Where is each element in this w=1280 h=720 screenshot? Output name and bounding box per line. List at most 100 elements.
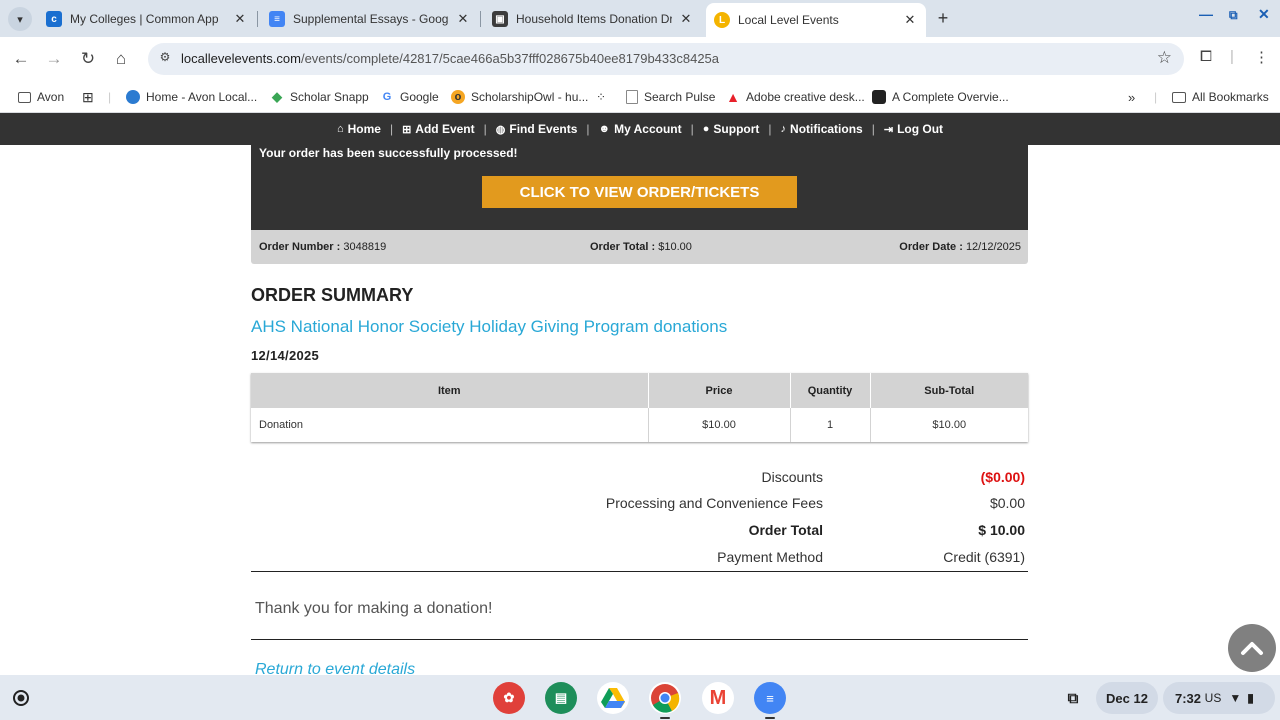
google-docs-icon: ≡ xyxy=(269,11,285,27)
plus-square-icon: ⊞ xyxy=(402,123,412,136)
tab-common-app[interactable]: c My Colleges | Common App ✕ xyxy=(38,4,256,34)
owl-icon: o xyxy=(451,90,465,104)
bookmark-google[interactable]: G Google xyxy=(380,87,439,107)
forward-icon[interactable]: → xyxy=(43,48,65,70)
system-shelf: ✿ ▤ M ≡ ⧉ Dec 12 7:32 US ▼ ▮ xyxy=(0,675,1280,720)
nav-find-events[interactable]: ◍ Find Events xyxy=(496,122,578,136)
close-icon[interactable]: ✕ xyxy=(902,12,918,28)
nav-label: Log Out xyxy=(897,122,944,136)
order-items-table: Item Price Quantity Sub-Total Donation $… xyxy=(251,373,1028,442)
close-icon[interactable]: ✕ xyxy=(232,11,248,27)
bookmark-label: All Bookmarks xyxy=(1192,90,1269,104)
chrome-icon[interactable] xyxy=(649,682,681,719)
all-bookmarks-button[interactable]: All Bookmarks xyxy=(1172,87,1269,107)
apps-grid-icon[interactable]: ⊞ xyxy=(82,87,94,107)
bookmark-dots[interactable]: ⁘ xyxy=(596,87,606,107)
bookmark-avon[interactable]: Avon xyxy=(18,87,64,107)
nav-log-out[interactable]: ⇥ Log Out xyxy=(884,122,943,136)
nav-home[interactable]: ⌂ Home xyxy=(337,122,381,136)
return-to-event-link[interactable]: Return to event details xyxy=(255,661,415,675)
site-settings-icon[interactable]: ⚙ xyxy=(156,50,174,64)
reload-icon[interactable]: ↻ xyxy=(77,48,99,70)
nav-notifications[interactable]: ♪ Notifications xyxy=(781,122,863,136)
table-row: Donation $10.00 1 $10.00 xyxy=(251,408,1028,442)
fees-label: Processing and Convenience Fees xyxy=(605,495,823,511)
classroom-icon[interactable]: ▤ xyxy=(545,682,577,714)
extensions-icon[interactable]: ⧠ xyxy=(1200,48,1212,65)
document-icon xyxy=(626,90,638,104)
screen-capture-icon[interactable]: ⧉ xyxy=(1058,682,1088,714)
bookmark-search-pulse[interactable]: Search Pulse xyxy=(626,87,715,107)
payment-method-value: Credit (6391) xyxy=(943,549,1025,565)
wifi-icon: ▼ xyxy=(1229,691,1242,705)
address-bar[interactable]: ⚙ locallevelevents.com/events/complete/4… xyxy=(148,43,1184,75)
event-date: 12/14/2025 xyxy=(251,348,320,363)
tab-household-items[interactable]: ▣ Household Items Donation Driv ✕ xyxy=(484,4,702,34)
launcher-icon[interactable] xyxy=(8,685,34,711)
adobe-icon: ▲ xyxy=(726,89,740,105)
back-icon[interactable]: ← xyxy=(10,48,32,70)
close-icon[interactable]: ✕ xyxy=(455,11,471,27)
bookmark-star-icon[interactable]: ☆ xyxy=(1157,48,1172,68)
order-info-bar: Order Number : 3048819 Order Total : $10… xyxy=(251,230,1028,264)
success-panel: Your order has been successfully process… xyxy=(251,145,1028,230)
cell-subtotal: $10.00 xyxy=(932,419,967,431)
minimize-icon[interactable]: — xyxy=(1199,6,1213,22)
nav-divider: | xyxy=(768,122,772,136)
close-window-icon[interactable]: ✕ xyxy=(1258,6,1270,23)
common-app-icon: c xyxy=(46,11,62,27)
order-number-label: Order Number : xyxy=(259,241,341,253)
nav-my-account[interactable]: ☻ My Account xyxy=(599,122,682,136)
tab-title: Household Items Donation Driv xyxy=(516,12,672,26)
locale-text: US xyxy=(1204,691,1222,705)
bookmark-home-avon[interactable]: Home - Avon Local... xyxy=(126,87,257,107)
nav-label: Find Events xyxy=(509,122,578,136)
tab-title: Supplemental Essays - Google xyxy=(293,12,449,26)
scroll-to-top-button[interactable] xyxy=(1228,624,1276,672)
order-total-value: $10.00 xyxy=(658,241,692,253)
toolbar-divider: | xyxy=(1230,48,1234,65)
bookmark-label: Search Pulse xyxy=(644,90,716,104)
nav-label: Notifications xyxy=(790,122,863,136)
tab-search-button[interactable]: ▾ xyxy=(8,7,32,31)
browser-toolbar: ← → ↻ ⌂ ⚙ locallevelevents.com/events/co… xyxy=(0,37,1280,81)
menu-kebab-icon[interactable]: ⋮ xyxy=(1254,48,1269,66)
bookmark-adobe[interactable]: ▲ Adobe creative desk... xyxy=(726,87,865,107)
order-total-label: Order Total : xyxy=(590,241,656,253)
restore-icon[interactable]: ⧉ xyxy=(1229,8,1238,23)
tab-local-level-events[interactable]: L Local Level Events ✕ xyxy=(706,3,926,37)
nav-support[interactable]: ● Support xyxy=(703,122,760,136)
tab-title: Local Level Events xyxy=(738,13,839,27)
thank-you-message: Thank you for making a donation! xyxy=(255,600,493,617)
new-tab-button[interactable]: + xyxy=(932,8,954,29)
order-number: Order Number : 3048819 xyxy=(259,241,386,253)
view-order-tickets-button[interactable]: CLICK TO VIEW ORDER/TICKETS xyxy=(482,176,797,208)
drive-icon[interactable] xyxy=(597,682,629,714)
order-date-label: Order Date : xyxy=(899,241,963,253)
home-icon[interactable]: ⌂ xyxy=(110,48,132,70)
bookmarks-overflow-button[interactable]: » xyxy=(1128,87,1135,107)
fees-value: $0.00 xyxy=(989,495,1025,511)
column-header-price: Price xyxy=(648,373,791,408)
discounts-label: Discounts xyxy=(761,469,823,485)
bookmark-scholarshipowl[interactable]: o ScholarshipOwl - hu... xyxy=(451,87,588,107)
tab-supplemental-essays[interactable]: ≡ Supplemental Essays - Google ✕ xyxy=(261,4,479,34)
bookmark-complete-overview[interactable]: A Complete Overvie... xyxy=(872,87,1009,107)
canvas-icon[interactable]: ✿ xyxy=(493,682,525,714)
event-title-link[interactable]: AHS National Honor Society Holiday Givin… xyxy=(251,317,727,337)
docs-icon[interactable]: ≡ xyxy=(754,682,786,719)
folder-icon xyxy=(18,91,31,103)
nav-add-event[interactable]: ⊞ Add Event xyxy=(402,122,475,136)
url-text: locallevelevents.com/events/complete/428… xyxy=(181,51,719,66)
local-level-events-icon: L xyxy=(714,12,730,28)
close-icon[interactable]: ✕ xyxy=(678,11,694,27)
gmail-icon[interactable]: M xyxy=(702,682,734,714)
bookmark-divider: | xyxy=(1154,90,1158,104)
bookmark-scholar-snapp[interactable]: ◆ Scholar Snapp xyxy=(270,87,369,107)
status-tray[interactable]: 7:32 US ▼ ▮ xyxy=(1163,682,1275,714)
date-tray[interactable]: Dec 12 xyxy=(1096,682,1158,714)
chat-icon: ● xyxy=(702,123,710,135)
url-path: /events/complete/42817/5cae466a5b37fff02… xyxy=(300,51,720,66)
discounts-value: ($0.00) xyxy=(980,469,1025,485)
bookmark-label: Avon xyxy=(37,90,65,104)
